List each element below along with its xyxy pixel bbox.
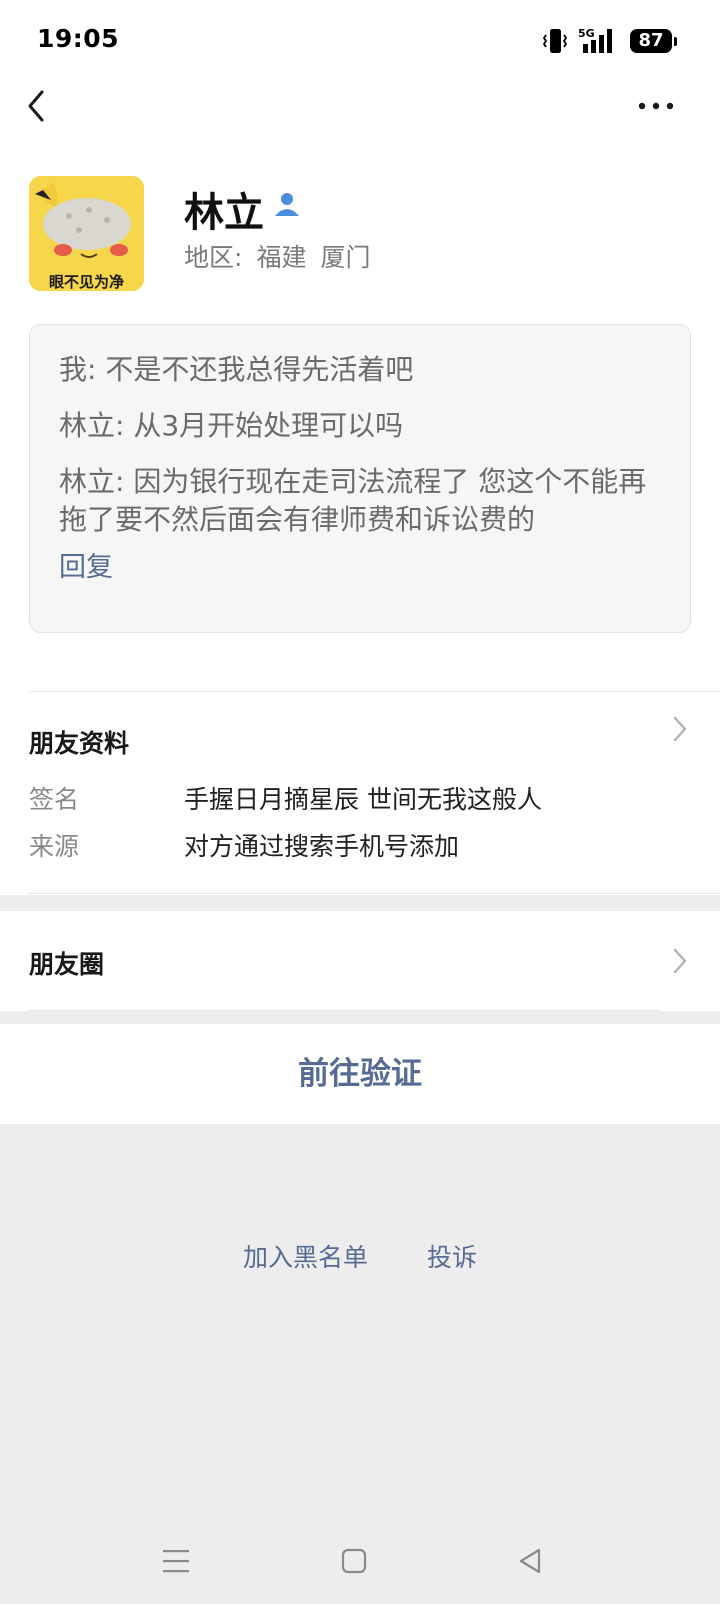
system-nav-bar (0, 1536, 720, 1586)
message-item: 林立: 因为银行现在走司法流程了 您这个不能再拖了要不然后面会有律师费和诉讼费的 (59, 465, 647, 536)
contact-name: 林立 (184, 190, 264, 236)
chevron-right-icon (673, 948, 687, 974)
region-label: 地区: (184, 243, 243, 272)
report-link[interactable]: 投诉 (427, 1238, 477, 1274)
region-province: 福建 (256, 243, 307, 272)
section-gap (0, 895, 720, 911)
source-value: 对方通过搜索手机号添加 (184, 832, 460, 861)
vibrate-icon (542, 29, 568, 53)
avatar[interactable]: 眼不见为净 (29, 176, 144, 291)
back-button[interactable] (22, 86, 52, 126)
source-label: 来源 (29, 832, 80, 861)
network-type: 5G (578, 27, 595, 40)
signature-label: 签名 (29, 785, 80, 814)
chevron-right-icon (673, 716, 687, 742)
blacklist-link[interactable]: 加入黑名单 (243, 1238, 368, 1274)
message-item: 林立: 从3月开始处理可以吗 (59, 409, 404, 442)
verify-button[interactable]: 前往验证 (0, 1024, 720, 1124)
battery-indicator: 87 (630, 29, 677, 53)
region-text: 地区: 福建 厦门 (184, 238, 370, 274)
home-icon[interactable] (340, 1547, 368, 1575)
section-gap (0, 1011, 720, 1024)
friend-info-row[interactable]: 朋友资料 签名 手握日月摘星辰 世间无我这般人 来源 对方通过搜索手机号添加 (0, 692, 720, 892)
status-bar: 19:05 5G 87 (0, 0, 720, 82)
status-icons: 5G 87 (542, 26, 677, 56)
menu-icon[interactable] (162, 1548, 190, 1574)
moments-row[interactable]: 朋友圈 (0, 911, 720, 1011)
signature-value: 手握日月摘星辰 世间无我这般人 (184, 785, 542, 814)
reply-link[interactable]: 回复 (59, 549, 113, 587)
avatar-caption: 眼不见为净 (48, 273, 124, 291)
friend-info-title: 朋友资料 (29, 729, 130, 758)
recent-messages-card: 我: 不是不还我总得先活着吧 林立: 从3月开始处理可以吗 林立: 因为银行现在… (29, 324, 691, 633)
footer-links: 加入黑名单 投诉 (0, 1238, 720, 1278)
moments-title: 朋友圈 (29, 950, 105, 979)
person-icon (275, 193, 299, 216)
region-city: 厦门 (320, 243, 371, 272)
more-icon[interactable] (638, 96, 674, 116)
back-nav-icon[interactable] (516, 1547, 544, 1575)
message-item: 我: 不是不还我总得先活着吧 (59, 353, 414, 386)
status-time: 19:05 (37, 24, 120, 53)
section-divider (29, 893, 720, 894)
signal-icon: 5G (578, 27, 612, 53)
